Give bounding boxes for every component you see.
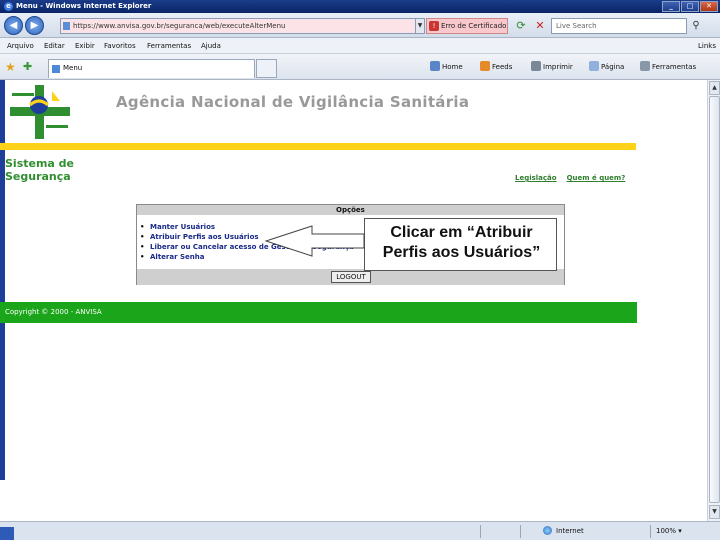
page-menu-icon — [589, 61, 599, 71]
system-title-line1: Sistema de — [5, 157, 75, 170]
site-title: Agência Nacional de Vigilância Sanitária — [116, 93, 470, 111]
options-footer: LOGOUT — [137, 269, 564, 285]
scroll-up-icon[interactable]: ▲ — [709, 81, 720, 95]
callout-text: Clicar em “Atribuir Perfis aos Usuários” — [365, 223, 558, 263]
status-separator — [480, 525, 481, 538]
links-button[interactable]: Links — [698, 38, 716, 54]
menu-item-ajuda[interactable]: Ajuda — [201, 38, 221, 54]
status-separator — [650, 525, 651, 538]
quem-e-quem-link[interactable]: Quem é quem? — [567, 174, 626, 182]
vertical-scrollbar[interactable]: ▲ ▼ — [707, 80, 720, 521]
certificate-error-button[interactable]: ! Erro de Certificado — [426, 18, 508, 34]
add-favorites-icon[interactable]: ✚ — [23, 60, 32, 74]
search-icon[interactable]: ⚲ — [688, 18, 704, 34]
gear-icon — [640, 61, 650, 71]
menu-item-exibir[interactable]: Exibir — [75, 38, 95, 54]
callout-line2: Perfis aos Usuários” — [382, 244, 541, 261]
option-liberar-acesso-gestor[interactable]: • Liberar ou Cancelar acesso de Gestor de… — [140, 242, 354, 252]
print-button[interactable]: Imprimir — [531, 61, 573, 73]
home-label: Home — [442, 63, 463, 71]
print-label: Imprimir — [543, 63, 573, 71]
yellow-divider — [0, 143, 636, 150]
shield-warning-icon: ! — [429, 21, 439, 31]
browser-window: e Menu - Windows Internet Explorer _ □ ✕… — [0, 0, 720, 540]
option-label: Atribuir Perfis aos Usuários — [150, 233, 259, 241]
tools-label: Ferramentas — [652, 63, 697, 71]
anvisa-logo — [10, 85, 70, 139]
maximize-button[interactable]: □ — [681, 1, 699, 12]
zone-label: Internet — [556, 527, 584, 535]
taskbar-fragment — [0, 527, 14, 540]
option-label: Liberar ou Cancelar acesso de Gestor de … — [150, 243, 354, 251]
system-title: Sistema de Segurança — [5, 157, 85, 183]
refresh-icon[interactable]: ⟳ — [514, 18, 528, 34]
zoom-button[interactable]: 100% ▾ — [656, 522, 682, 540]
globe-icon — [543, 526, 552, 535]
menu-item-favoritos[interactable]: Favoritos — [104, 38, 136, 54]
status-separator — [520, 525, 521, 538]
new-tab-button[interactable] — [256, 59, 277, 78]
options-list: • Manter Usuários • Atribuir Perfis aos Us… — [140, 222, 354, 262]
home-icon — [430, 61, 440, 71]
option-label: Manter Usuários — [150, 223, 216, 231]
stop-icon[interactable]: ✕ — [533, 18, 547, 34]
address-toolbar: ◀ ▶ https://www.anvisa.gov.br/seguranca/… — [0, 13, 720, 38]
system-title-line2: Segurança — [5, 170, 71, 183]
menu-item-editar[interactable]: Editar — [44, 38, 65, 54]
scroll-thumb[interactable] — [709, 96, 720, 503]
address-url: https://www.anvisa.gov.br/seguranca/web/… — [73, 22, 286, 30]
minimize-button[interactable]: _ — [662, 1, 680, 12]
options-header: Opções — [137, 205, 564, 215]
option-manter-usuarios[interactable]: • Manter Usuários — [140, 222, 354, 232]
tab-menu[interactable]: Menu — [48, 59, 255, 78]
page-icon — [63, 22, 70, 30]
tab-title: Menu — [63, 64, 83, 72]
certificate-error-label: Erro de Certificado — [441, 22, 507, 30]
address-input[interactable]: https://www.anvisa.gov.br/seguranca/web/… — [60, 18, 425, 34]
legislacao-link[interactable]: Legislação — [515, 174, 557, 182]
feeds-icon — [480, 61, 490, 71]
instruction-callout: Clicar em “Atribuir Perfis aos Usuários” — [364, 218, 557, 271]
favorites-star-icon[interactable]: ★ — [5, 60, 16, 74]
logout-button[interactable]: LOGOUT — [331, 271, 371, 283]
menu-bar: Arquivo Editar Exibir Favoritos Ferramen… — [0, 38, 720, 54]
command-bar: ★ ✚ Menu Home Feeds Imprimir Página Ferr… — [0, 54, 720, 80]
footer-bar: Copyright © 2000 - ANVISA — [0, 302, 637, 323]
page-content: Agência Nacional de Vigilância Sanitária… — [0, 80, 707, 521]
search-placeholder: Live Search — [556, 22, 597, 30]
home-button[interactable]: Home — [430, 61, 463, 73]
security-zone: Internet — [543, 522, 584, 540]
top-links: Legislação Quem é quem? — [515, 174, 625, 182]
search-input[interactable]: Live Search — [551, 18, 687, 34]
forward-button[interactable]: ▶ — [25, 16, 44, 35]
tab-page-icon — [52, 65, 60, 73]
print-icon — [531, 61, 541, 71]
tools-button[interactable]: Ferramentas — [640, 61, 696, 73]
callout-line1: Clicar em “Atribuir — [390, 224, 533, 241]
options-header-label: Opções — [336, 206, 365, 214]
feeds-button[interactable]: Feeds — [480, 61, 512, 73]
window-title: Menu - Windows Internet Explorer — [16, 2, 152, 10]
page-menu-label: Página — [601, 63, 625, 71]
window-controls: _ □ ✕ — [661, 1, 718, 12]
scroll-down-icon[interactable]: ▼ — [709, 505, 720, 519]
feeds-label: Feeds — [492, 63, 513, 71]
option-alterar-senha[interactable]: • Alterar Senha — [140, 252, 354, 262]
option-atribuir-perfis[interactable]: • Atribuir Perfis aos Usuários — [140, 232, 354, 242]
menu-item-arquivo[interactable]: Arquivo — [7, 38, 34, 54]
ie-logo-icon: e — [4, 2, 13, 11]
address-dropdown-button[interactable]: ▼ — [415, 18, 425, 34]
left-accent-bar — [0, 80, 5, 480]
back-button[interactable]: ◀ — [4, 16, 23, 35]
title-bar: e Menu - Windows Internet Explorer _ □ ✕ — [0, 0, 720, 13]
close-button[interactable]: ✕ — [700, 1, 718, 12]
page-menu-button[interactable]: Página — [589, 61, 624, 73]
status-bar: Internet 100% ▾ — [0, 521, 720, 540]
menu-item-ferramentas[interactable]: Ferramentas — [147, 38, 191, 54]
copyright-text: Copyright © 2000 - ANVISA — [5, 308, 102, 316]
option-label: Alterar Senha — [150, 253, 205, 261]
zoom-label: 100% — [656, 527, 677, 535]
